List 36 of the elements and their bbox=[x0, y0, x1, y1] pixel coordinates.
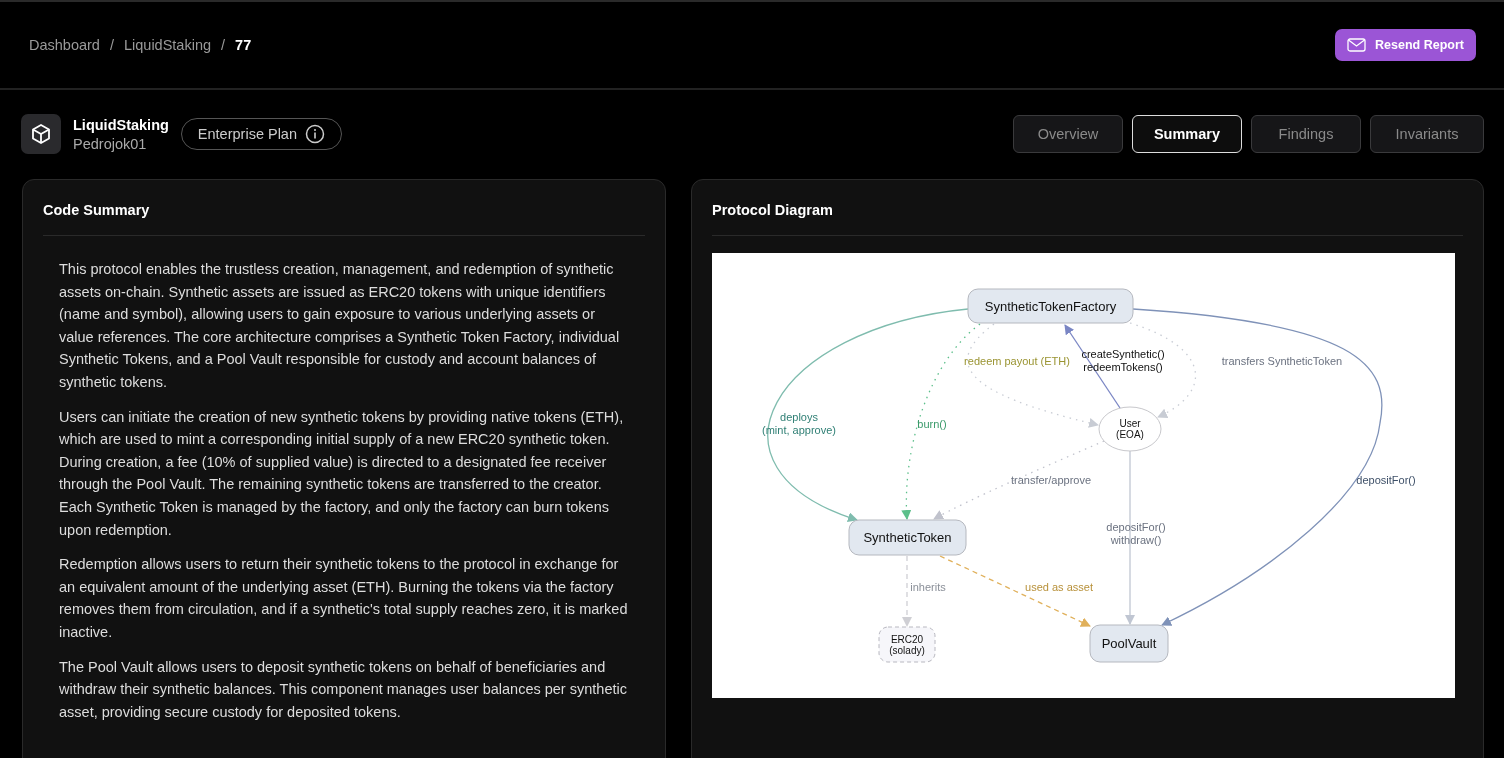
edge-label: transfers SyntheticToken bbox=[1221, 355, 1343, 367]
edge-label: depositFor() bbox=[1356, 474, 1416, 486]
breadcrumb-link[interactable]: Dashboard bbox=[29, 37, 100, 53]
mail-icon bbox=[1347, 38, 1367, 52]
tab[interactable]: Summary bbox=[1132, 115, 1242, 153]
tab[interactable]: Invariants bbox=[1370, 115, 1484, 153]
panel-title: Code Summary bbox=[43, 180, 645, 236]
summary-paragraph: The Pool Vault allows users to deposit synthetic tokens on behalf of beneficiaries and withdraw their synthetic balances. This component manages user balances per synthetic asset, providing secure custody for deposited tokens. bbox=[59, 657, 628, 722]
project-name: LiquidStaking bbox=[73, 116, 169, 133]
project-owner: Pedrojok01 bbox=[73, 135, 148, 152]
cube-icon bbox=[30, 123, 52, 145]
diagram-node: User (EOA) bbox=[1098, 406, 1162, 452]
edge-label: redeem payout (ETH) bbox=[964, 355, 1070, 367]
edge-label: transfer/approve bbox=[1010, 474, 1092, 486]
edge-label: deploys (mint, approve) bbox=[762, 411, 836, 436]
summary-paragraph: Redemption allows users to return their synthetic tokens to the protocol in exchange for an equivalent amount of the underlying asset (ETH). Burning the tokens via the factory removes them from circulation, and if a synthetic's total supply reaches zero, it is marked inactive. bbox=[59, 555, 629, 642]
diagram-node: SyntheticToken bbox=[848, 519, 967, 556]
edge-label: inherits bbox=[910, 581, 946, 593]
tab[interactable]: Findings bbox=[1251, 115, 1361, 153]
breadcrumb-separator: / bbox=[221, 37, 226, 53]
summary-paragraph: This protocol enables the trustless creation, management, and redemption of synthetic assets on-chain. Synthetic assets are issued as ERC20 tokens with unique identifiers (name and symbol), allowing users to gain exposure to various underlying assets or value references. The core architecture comprises a Synthetic Token Factory, individual Synthetic Tokens, and a Pool Vault responsible for custody and account balances of synthetic tokens. bbox=[59, 260, 621, 392]
diagram-node: SyntheticTokenFactory bbox=[967, 288, 1134, 324]
edge-label: burn() bbox=[917, 418, 947, 430]
resend-report-button[interactable]: Resend Report bbox=[1335, 29, 1476, 61]
panel-title: Protocol Diagram bbox=[712, 180, 1463, 236]
edge-label: createSynthetic() redeemTokens() bbox=[1081, 348, 1165, 373]
breadcrumb-separator: / bbox=[109, 37, 114, 53]
diagram-node: ERC20 (solady) bbox=[878, 626, 936, 663]
info-icon bbox=[305, 124, 325, 144]
diagram-node: PoolVault bbox=[1089, 624, 1169, 663]
breadcrumb-current: 77 bbox=[235, 37, 252, 53]
summary-paragraph: Users can initiate the creation of new synthetic tokens by providing native tokens (ETH), which are used to mint a corresponding initial supply of a new ERC20 synthetic token. During creation, a fee (10% of supplied value) is directed to a designated fee receiver through the Pool Vault. The remaining synthetic tokens are transferred to the creator. Each Synthetic Token is managed by the factory, and only the factory can burn tokens upon redemption. bbox=[59, 407, 625, 540]
edge-label: used as asset bbox=[1025, 581, 1093, 593]
tab[interactable]: Overview bbox=[1013, 115, 1123, 153]
edge-label: depositFor() withdraw() bbox=[1106, 521, 1166, 546]
breadcrumb-link[interactable]: LiquidStaking bbox=[123, 37, 212, 53]
